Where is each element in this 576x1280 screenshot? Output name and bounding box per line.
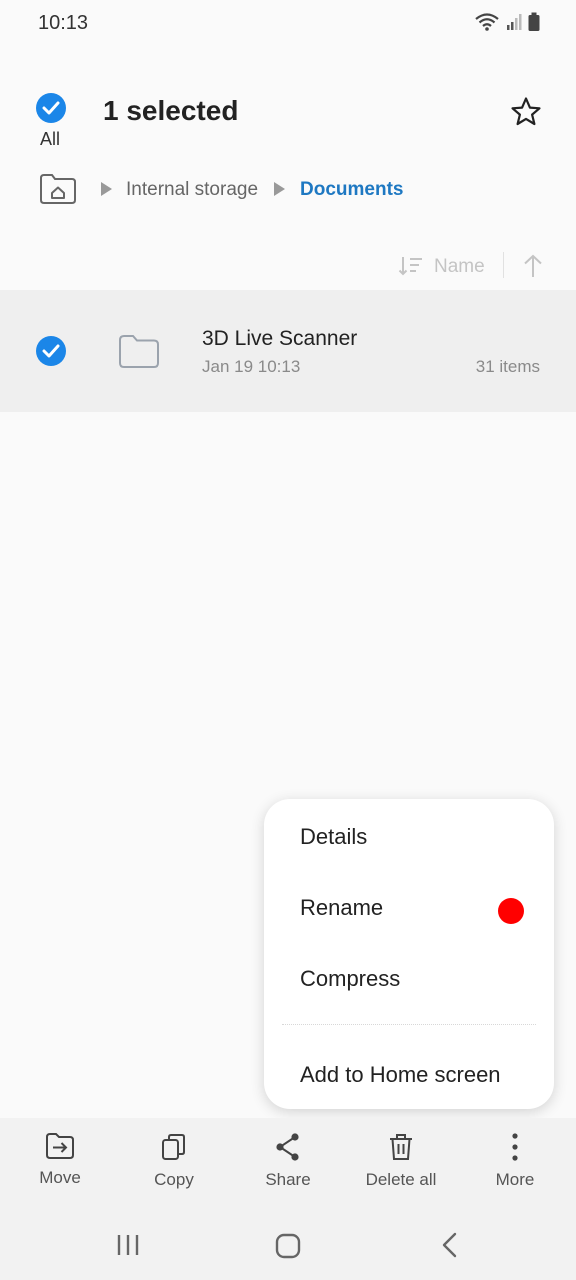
wifi-icon — [475, 13, 499, 31]
move-button[interactable]: Move — [3, 1132, 117, 1188]
file-date: Jan 19 10:13 — [202, 357, 301, 376]
select-all-label[interactable]: All — [40, 129, 60, 150]
recents-icon — [117, 1235, 139, 1255]
folder-icon — [118, 334, 160, 375]
home-folder-icon — [40, 174, 76, 204]
menu-item-rename[interactable]: Rename — [300, 895, 383, 921]
star-icon — [511, 97, 541, 126]
home-icon — [275, 1233, 301, 1259]
share-icon — [276, 1133, 299, 1161]
menu-item-details[interactable]: Details — [300, 824, 367, 850]
bottom-action-bar: Move Copy Share Delete all More — [0, 1118, 576, 1212]
sort-divider — [503, 252, 504, 278]
home-button[interactable] — [275, 1233, 301, 1264]
page-title: 1 selected — [103, 95, 239, 126]
breadcrumb-separator-icon — [101, 182, 112, 196]
check-icon — [42, 101, 60, 115]
battery-icon — [528, 12, 540, 31]
file-item-count: 31 items — [475, 357, 540, 376]
context-menu: Details Rename Compress Add to Home scre… — [264, 799, 554, 1109]
more-label: More — [495, 1170, 535, 1189]
copy-button[interactable]: Copy — [117, 1132, 231, 1190]
sort-icon — [398, 257, 422, 276]
delete-all-label: Delete all — [365, 1170, 437, 1189]
breadcrumb-item-documents[interactable]: Documents — [300, 179, 403, 201]
back-button[interactable] — [440, 1232, 460, 1263]
more-button[interactable]: More — [458, 1132, 572, 1190]
sort-label[interactable]: Name — [434, 256, 485, 278]
signal-icon — [507, 14, 522, 30]
move-icon — [46, 1133, 74, 1159]
trash-icon — [390, 1134, 412, 1160]
arrow-up-icon — [524, 254, 542, 277]
move-label: Move — [39, 1168, 81, 1187]
status-icons — [474, 12, 540, 32]
menu-item-compress[interactable]: Compress — [300, 966, 400, 992]
sort-direction-button[interactable] — [522, 253, 544, 284]
breadcrumb-item-internal-storage[interactable]: Internal storage — [126, 179, 258, 201]
menu-divider — [282, 1024, 536, 1025]
check-icon — [42, 344, 60, 358]
breadcrumb-home-button[interactable] — [38, 172, 78, 211]
file-list-row[interactable] — [0, 290, 576, 412]
favorite-button[interactable] — [510, 96, 542, 133]
row-checkbox[interactable] — [36, 336, 66, 366]
delete-all-button[interactable]: Delete all — [344, 1132, 458, 1190]
menu-item-add-to-home-screen[interactable]: Add to Home screen — [300, 1062, 501, 1088]
more-vertical-icon — [512, 1133, 518, 1161]
copy-icon — [162, 1134, 185, 1160]
recents-button[interactable] — [116, 1233, 140, 1262]
system-nav-bar — [0, 1212, 576, 1280]
select-all-checkbox[interactable] — [36, 93, 66, 123]
file-name: 3D Live Scanner — [202, 327, 358, 350]
tap-marker — [498, 898, 524, 924]
breadcrumb-separator-icon — [274, 182, 285, 196]
share-button[interactable]: Share — [231, 1132, 345, 1190]
status-time: 10:13 — [38, 12, 89, 34]
copy-label: Copy — [154, 1170, 194, 1189]
share-label: Share — [265, 1170, 311, 1189]
sort-button[interactable] — [398, 254, 424, 283]
back-icon — [442, 1232, 457, 1258]
